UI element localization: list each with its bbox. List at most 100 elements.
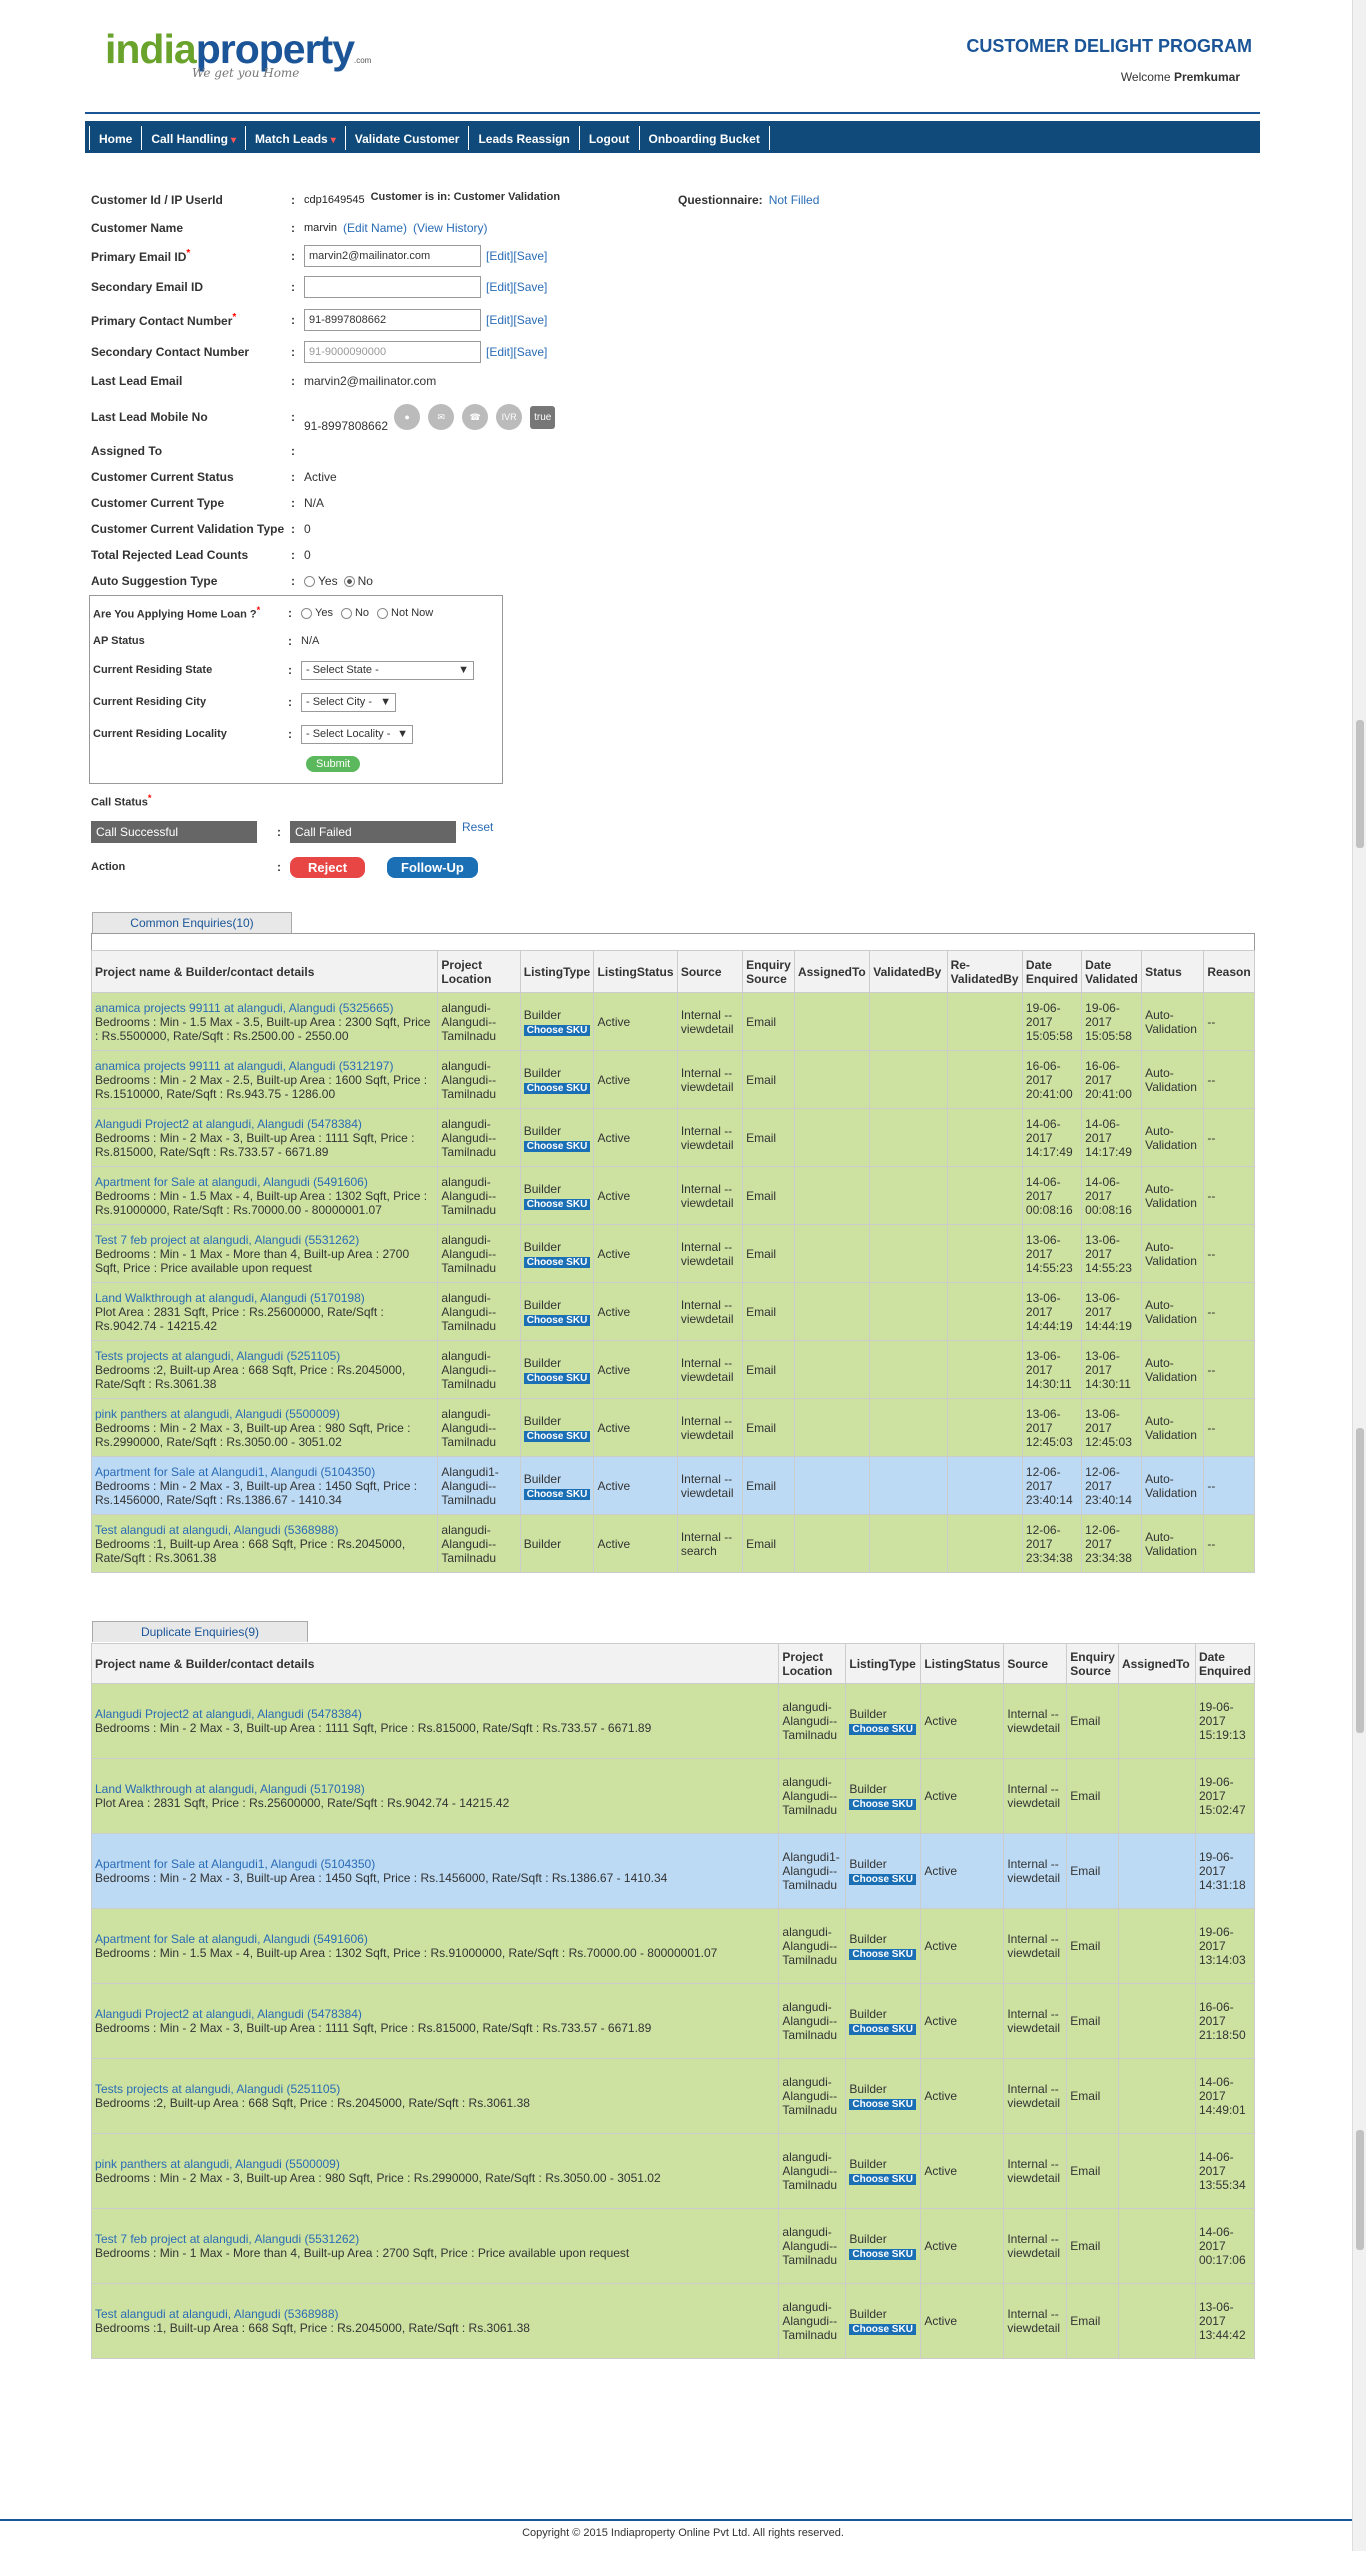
sms-icon[interactable]: ✉	[428, 404, 455, 430]
choose-sku-button[interactable]: Choose SKU	[523, 1256, 591, 1268]
project-link[interactable]: Land Walkthrough at alangudi, Alangudi (…	[95, 1782, 365, 1796]
choose-sku-button[interactable]: Choose SKU	[523, 1024, 591, 1036]
table-row[interactable]: Alangudi Project2 at alangudi, Alangudi …	[90, 1108, 1255, 1167]
secondary-email-input[interactable]	[304, 276, 481, 298]
table-row[interactable]: Land Walkthrough at alangudi, Alangudi (…	[90, 1282, 1255, 1341]
table-row[interactable]: Tests projects at alangudi, Alangudi (52…	[90, 2058, 1256, 2134]
choose-sku-button[interactable]: Choose SKU	[849, 2249, 916, 2260]
table-row[interactable]: Test 7 feb project at alangudi, Alangudi…	[90, 1224, 1255, 1283]
call-end-icon[interactable]: ☎	[462, 404, 489, 430]
questionnaire-link[interactable]: Not Filled	[769, 193, 820, 207]
choose-sku-button[interactable]: Choose SKU	[849, 1799, 916, 1810]
project-link[interactable]: Apartment for Sale at Alangudi1, Alangud…	[95, 1465, 375, 1479]
nav-item[interactable]: Match Leads ▾	[246, 126, 346, 150]
project-link[interactable]: anamica projects 99111 at alangudi, Alan…	[95, 1059, 393, 1073]
table-row[interactable]: Land Walkthrough at alangudi, Alangudi (…	[90, 1758, 1256, 1834]
project-link[interactable]: Alangudi Project2 at alangudi, Alangudi …	[95, 1707, 362, 1721]
choose-sku-button[interactable]: Choose SKU	[849, 2174, 916, 2185]
project-link[interactable]: Apartment for Sale at alangudi, Alangudi…	[95, 1932, 368, 1946]
project-link[interactable]: Land Walkthrough at alangudi, Alangudi (…	[95, 1291, 365, 1305]
table-row[interactable]: Apartment for Sale at Alangudi1, Alangud…	[90, 1456, 1255, 1515]
project-link[interactable]: Test alangudi at alangudi, Alangudi (536…	[95, 2307, 339, 2321]
primary-email-edit[interactable]: [Edit]	[486, 249, 513, 263]
project-link[interactable]: Test 7 feb project at alangudi, Alangudi…	[95, 1233, 359, 1247]
table-row[interactable]: Apartment for Sale at Alangudi1, Alangud…	[90, 1833, 1256, 1909]
follow-up-button[interactable]: Follow-Up	[387, 856, 478, 878]
project-link[interactable]: Tests projects at alangudi, Alangudi (52…	[95, 2082, 340, 2096]
table-row[interactable]: Apartment for Sale at alangudi, Alangudi…	[90, 1166, 1255, 1225]
choose-sku-button[interactable]: Choose SKU	[849, 2324, 916, 2335]
project-link[interactable]: anamica projects 99111 at alangudi, Alan…	[95, 1001, 393, 1015]
primary-email-save[interactable]: [Save]	[513, 249, 547, 263]
project-link[interactable]: Test 7 feb project at alangudi, Alangudi…	[95, 2232, 359, 2246]
choose-sku-button[interactable]: Choose SKU	[523, 1314, 591, 1326]
tab-common-enquiries[interactable]: Common Enquiries(10)	[92, 912, 292, 933]
nav-item[interactable]: Leads Reassign	[469, 126, 580, 150]
secondary-contact-input[interactable]	[304, 341, 481, 363]
table-row[interactable]: Apartment for Sale at alangudi, Alangudi…	[90, 1908, 1256, 1984]
secondary-email-edit[interactable]: [Edit]	[486, 280, 513, 294]
choose-sku-button[interactable]: Choose SKU	[523, 1372, 591, 1384]
table-row[interactable]: Test alangudi at alangudi, Alangudi (536…	[90, 1514, 1255, 1573]
table-row[interactable]: pink panthers at alangudi, Alangudi (550…	[90, 2133, 1256, 2209]
secondary-contact-save[interactable]: [Save]	[513, 345, 547, 359]
table-row[interactable]: Tests projects at alangudi, Alangudi (52…	[90, 1340, 1255, 1399]
edit-name-link[interactable]: (Edit Name)	[343, 221, 407, 235]
choose-sku-button[interactable]: Choose SKU	[849, 1949, 916, 1960]
choose-sku-button[interactable]: Choose SKU	[849, 1874, 916, 1885]
table-row[interactable]: anamica projects 99111 at alangudi, Alan…	[90, 992, 1255, 1051]
project-link[interactable]: Tests projects at alangudi, Alangudi (52…	[95, 1349, 340, 1363]
call-successful-option[interactable]: Call Successful	[91, 821, 257, 843]
chat-icon[interactable]: ●	[394, 404, 421, 430]
choose-sku-button[interactable]: Choose SKU	[523, 1430, 591, 1442]
secondary-email-save[interactable]: [Save]	[513, 280, 547, 294]
nav-item[interactable]: Home	[89, 126, 143, 150]
secondary-contact-edit[interactable]: [Edit]	[486, 345, 513, 359]
project-link[interactable]: Apartment for Sale at Alangudi1, Alangud…	[95, 1857, 375, 1871]
locality-select[interactable]: - Select Locality - ▼	[301, 724, 413, 744]
choose-sku-button[interactable]: Choose SKU	[523, 1488, 591, 1500]
scroll-thumb[interactable]	[1356, 1428, 1364, 1733]
nav-item[interactable]: Logout	[580, 126, 640, 150]
view-history-link[interactable]: (View History)	[413, 221, 487, 235]
choose-sku-button[interactable]: Choose SKU	[849, 2099, 916, 2110]
nav-item[interactable]: Onboarding Bucket	[640, 126, 770, 150]
true-badge[interactable]: true	[530, 405, 556, 429]
table-row[interactable]: Test 7 feb project at alangudi, Alangudi…	[90, 2208, 1256, 2284]
scroll-thumb[interactable]	[1356, 720, 1364, 848]
table-row[interactable]: pink panthers at alangudi, Alangudi (550…	[90, 1398, 1255, 1457]
project-link[interactable]: pink panthers at alangudi, Alangudi (550…	[95, 2157, 340, 2171]
project-link[interactable]: pink panthers at alangudi, Alangudi (550…	[95, 1407, 340, 1421]
nav-item[interactable]: Validate Customer	[346, 126, 470, 150]
reject-button[interactable]: Reject	[290, 856, 366, 878]
project-link[interactable]: Test alangudi at alangudi, Alangudi (536…	[95, 1523, 339, 1537]
home-loan-no-radio[interactable]	[340, 607, 352, 619]
choose-sku-button[interactable]: Choose SKU	[849, 1724, 916, 1735]
home-loan-notnow-radio[interactable]	[377, 607, 389, 619]
choose-sku-button[interactable]: Choose SKU	[849, 2024, 916, 2035]
choose-sku-button[interactable]: Choose SKU	[523, 1140, 591, 1152]
state-select[interactable]: - Select State - ▼	[301, 660, 474, 680]
submit-button[interactable]: Submit	[306, 756, 361, 772]
table-row[interactable]: anamica projects 99111 at alangudi, Alan…	[90, 1050, 1255, 1109]
home-loan-yes-radio[interactable]	[301, 607, 312, 619]
primary-email-input[interactable]	[304, 245, 481, 267]
nav-item[interactable]: Call Handling ▾	[142, 126, 247, 150]
tab-duplicate-enquiries[interactable]: Duplicate Enquiries(9)	[92, 1621, 308, 1642]
project-link[interactable]: Alangudi Project2 at alangudi, Alangudi …	[95, 2007, 362, 2021]
scroll-thumb[interactable]	[1356, 2130, 1364, 2250]
ivr-call-icon[interactable]: IVR	[496, 404, 523, 430]
table-row[interactable]: Test alangudi at alangudi, Alangudi (536…	[90, 2283, 1256, 2359]
scrollbar[interactable]	[1352, 0, 1366, 2551]
reset-link[interactable]: Reset	[462, 820, 493, 834]
table-row[interactable]: Alangudi Project2 at alangudi, Alangudi …	[90, 1983, 1256, 2059]
city-select[interactable]: - Select City - ▼	[301, 692, 396, 712]
call-failed-option[interactable]: Call Failed	[290, 821, 456, 843]
project-link[interactable]: Alangudi Project2 at alangudi, Alangudi …	[95, 1117, 362, 1131]
primary-contact-save[interactable]: [Save]	[513, 313, 547, 327]
auto-yes-radio[interactable]	[304, 575, 315, 587]
primary-contact-input[interactable]	[304, 309, 481, 331]
primary-contact-edit[interactable]: [Edit]	[486, 313, 513, 327]
auto-no-radio[interactable]	[343, 575, 355, 587]
table-row[interactable]: Alangudi Project2 at alangudi, Alangudi …	[90, 1683, 1256, 1759]
